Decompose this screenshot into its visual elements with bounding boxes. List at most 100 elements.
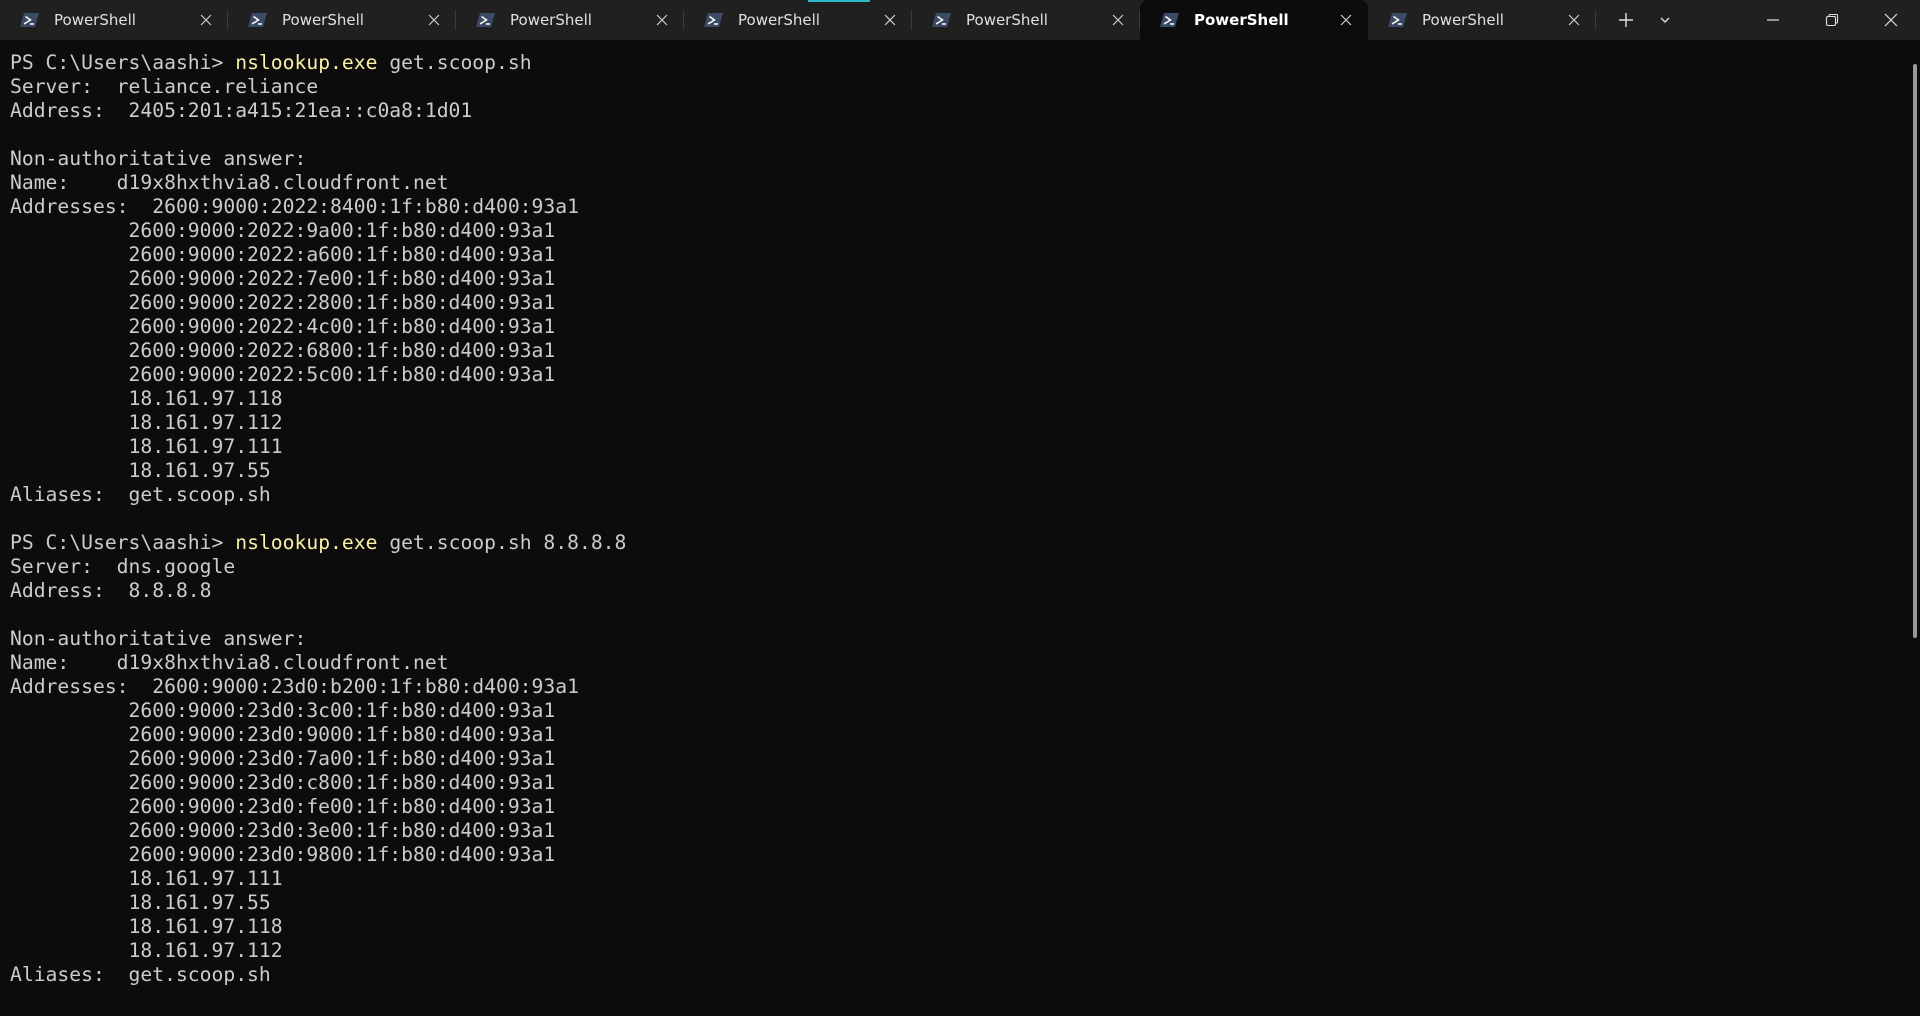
output-line: 2600:9000:2022:7e00:1f:b80:d400:93a1 bbox=[10, 267, 626, 291]
command-args: get.scoop.sh 8.8.8.8 bbox=[377, 531, 627, 554]
tab-powershell[interactable]: PowerShell bbox=[684, 0, 912, 40]
close-icon bbox=[1568, 14, 1580, 26]
output-text: Addresses: 2600:9000:2022:8400:1f:b80:d4… bbox=[10, 195, 579, 218]
output-line: Aliases: get.scoop.sh bbox=[10, 963, 626, 987]
output-text: 18.161.97.112 bbox=[10, 411, 283, 434]
output-text: 2600:9000:2022:7e00:1f:b80:d400:93a1 bbox=[10, 267, 556, 290]
new-tab-button[interactable] bbox=[1604, 0, 1648, 40]
output-text: 2600:9000:2022:a600:1f:b80:d400:93a1 bbox=[10, 243, 556, 266]
output-text: 18.161.97.55 bbox=[10, 459, 271, 482]
output-text: 18.161.97.111 bbox=[10, 867, 283, 890]
minimize-button[interactable] bbox=[1743, 0, 1802, 40]
output-text: 18.161.97.112 bbox=[10, 939, 283, 962]
tab-close-button[interactable] bbox=[1566, 12, 1582, 28]
command-name: nslookup.exe bbox=[235, 51, 378, 74]
powershell-icon bbox=[1160, 13, 1179, 27]
output-line: 18.161.97.112 bbox=[10, 939, 626, 963]
restore-icon bbox=[1825, 13, 1838, 27]
output-text: 2600:9000:2022:5c00:1f:b80:d400:93a1 bbox=[10, 363, 556, 386]
command-args: get.scoop.sh bbox=[377, 51, 532, 74]
scrollbar-thumb[interactable] bbox=[1913, 64, 1917, 638]
close-icon bbox=[1340, 14, 1352, 26]
plus-icon bbox=[1619, 13, 1633, 27]
output-line: 2600:9000:2022:2800:1f:b80:d400:93a1 bbox=[10, 291, 626, 315]
output-line: 18.161.97.111 bbox=[10, 867, 626, 891]
output-text: 2600:9000:2022:9a00:1f:b80:d400:93a1 bbox=[10, 219, 556, 242]
tab-label: PowerShell bbox=[54, 11, 136, 29]
close-icon bbox=[1884, 13, 1897, 27]
output-text: Non-authoritative answer: bbox=[10, 147, 307, 170]
output-text: Server: dns.google bbox=[10, 555, 236, 578]
tab-label: PowerShell bbox=[738, 11, 820, 29]
tab-dropdown-button[interactable] bbox=[1648, 0, 1682, 40]
tab-label: PowerShell bbox=[966, 11, 1048, 29]
title-bar: PowerShell PowerShell PowerShell PowerShell… bbox=[0, 0, 1920, 40]
output-line: 2600:9000:23d0:3e00:1f:b80:d400:93a1 bbox=[10, 819, 626, 843]
tab-close-button[interactable] bbox=[1338, 12, 1354, 28]
output-text: 2600:9000:2022:2800:1f:b80:d400:93a1 bbox=[10, 291, 556, 314]
tab-close-button[interactable] bbox=[426, 12, 442, 28]
powershell-icon bbox=[248, 13, 267, 27]
output-text: 18.161.97.118 bbox=[10, 387, 283, 410]
minimize-icon bbox=[1766, 19, 1779, 21]
output-line: 2600:9000:2022:9a00:1f:b80:d400:93a1 bbox=[10, 219, 626, 243]
tab-powershell[interactable]: PowerShell bbox=[456, 0, 684, 40]
output-text: 2600:9000:23d0:7a00:1f:b80:d400:93a1 bbox=[10, 747, 556, 770]
output-text: Addresses: 2600:9000:23d0:b200:1f:b80:d4… bbox=[10, 675, 579, 698]
prompt-text: PS C:\Users\aashi> bbox=[10, 531, 236, 554]
close-icon bbox=[1112, 14, 1124, 26]
powershell-icon bbox=[932, 13, 951, 27]
scrollbar[interactable] bbox=[1908, 40, 1920, 1016]
output-line: 2600:9000:23d0:9800:1f:b80:d400:93a1 bbox=[10, 843, 626, 867]
output-text: 2600:9000:23d0:9800:1f:b80:d400:93a1 bbox=[10, 843, 556, 866]
tab-strip: PowerShell PowerShell PowerShell PowerShell… bbox=[0, 0, 1596, 40]
output-text: 18.161.97.111 bbox=[10, 435, 283, 458]
output-line: 2600:9000:23d0:9000:1f:b80:d400:93a1 bbox=[10, 723, 626, 747]
drag-region[interactable] bbox=[1682, 0, 1743, 40]
tab-label: PowerShell bbox=[282, 11, 364, 29]
tab-close-button[interactable] bbox=[198, 12, 214, 28]
output-line: 18.161.97.55 bbox=[10, 459, 626, 483]
output-line: 18.161.97.112 bbox=[10, 411, 626, 435]
output-line: Addresses: 2600:9000:23d0:b200:1f:b80:d4… bbox=[10, 675, 626, 699]
prompt-text: PS C:\Users\aashi> bbox=[10, 51, 236, 74]
prompt-line: PS C:\Users\aashi> nslookup.exe get.scoo… bbox=[10, 51, 626, 75]
prompt-line: PS C:\Users\aashi> nslookup.exe get.scoo… bbox=[10, 531, 626, 555]
tab-close-button[interactable] bbox=[654, 12, 670, 28]
output-text: Aliases: get.scoop.sh bbox=[10, 483, 271, 506]
close-icon bbox=[656, 14, 668, 26]
output-line: 2600:9000:23d0:7a00:1f:b80:d400:93a1 bbox=[10, 747, 626, 771]
output-line: 18.161.97.118 bbox=[10, 387, 626, 411]
output-text: 2600:9000:2022:6800:1f:b80:d400:93a1 bbox=[10, 339, 556, 362]
tab-close-button[interactable] bbox=[1110, 12, 1126, 28]
tab-powershell[interactable]: PowerShell bbox=[1368, 0, 1596, 40]
output-line: 2600:9000:2022:4c00:1f:b80:d400:93a1 bbox=[10, 315, 626, 339]
terminal-output: PS C:\Users\aashi> nslookup.exe get.scoo… bbox=[10, 51, 626, 987]
chevron-down-icon bbox=[1660, 17, 1670, 23]
tab-powershell[interactable]: PowerShell bbox=[912, 0, 1140, 40]
tab-label: PowerShell bbox=[510, 11, 592, 29]
output-line: 2600:9000:2022:5c00:1f:b80:d400:93a1 bbox=[10, 363, 626, 387]
output-line: Aliases: get.scoop.sh bbox=[10, 483, 626, 507]
tab-powershell[interactable]: PowerShell bbox=[228, 0, 456, 40]
output-line: 2600:9000:23d0:c800:1f:b80:d400:93a1 bbox=[10, 771, 626, 795]
output-line: Name: d19x8hxthvia8.cloudfront.net bbox=[10, 171, 626, 195]
restore-button[interactable] bbox=[1802, 0, 1861, 40]
powershell-icon bbox=[476, 13, 495, 27]
output-line: Address: 2405:201:a415:21ea::c0a8:1d01 bbox=[10, 99, 626, 123]
powershell-icon bbox=[1388, 13, 1407, 27]
command-name: nslookup.exe bbox=[235, 531, 378, 554]
tab-powershell[interactable]: PowerShell bbox=[0, 0, 228, 40]
output-line: 2600:9000:2022:6800:1f:b80:d400:93a1 bbox=[10, 339, 626, 363]
output-text: Server: reliance.reliance bbox=[10, 75, 319, 98]
tab-close-button[interactable] bbox=[882, 12, 898, 28]
close-window-button[interactable] bbox=[1861, 0, 1920, 40]
terminal-area[interactable]: PS C:\Users\aashi> nslookup.exe get.scoo… bbox=[0, 40, 1908, 1016]
output-line: 2600:9000:2022:a600:1f:b80:d400:93a1 bbox=[10, 243, 626, 267]
output-text: 2600:9000:23d0:c800:1f:b80:d400:93a1 bbox=[10, 771, 556, 794]
output-text: Address: 2405:201:a415:21ea::c0a8:1d01 bbox=[10, 99, 473, 122]
tab-label: PowerShell bbox=[1194, 11, 1289, 29]
tab-powershell[interactable]: PowerShell bbox=[1140, 0, 1368, 40]
output-line: Name: d19x8hxthvia8.cloudfront.net bbox=[10, 651, 626, 675]
